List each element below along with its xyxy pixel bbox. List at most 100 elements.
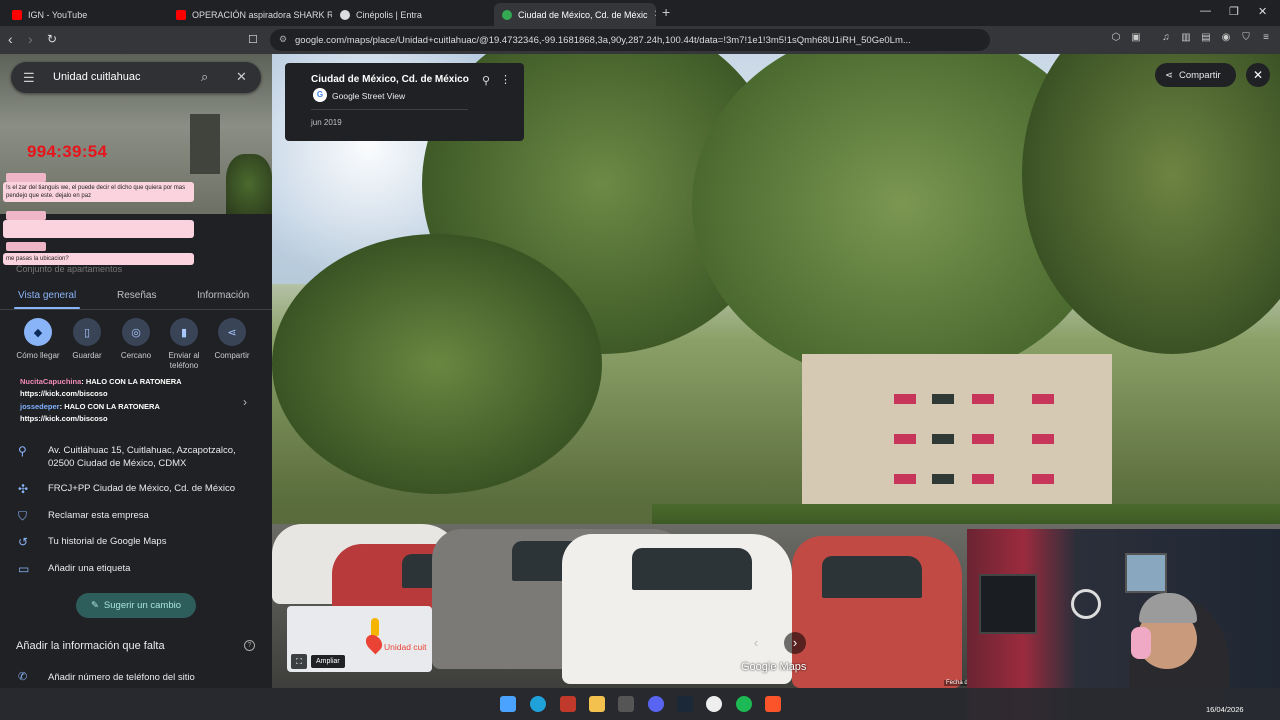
- search-icon[interactable]: ⌕: [201, 69, 208, 85]
- verified-shield-icon: ⛉: [18, 509, 28, 523]
- history-icon: ↺: [18, 535, 29, 549]
- address-text: Av. Cuitláhuac 15, Cuitlahuac, Azcapotza…: [48, 445, 236, 469]
- browser-tab-maps[interactable]: Ciudad de México, Cd. de Méxic ✕: [494, 3, 656, 26]
- place-category: Conjunto de apartamentos: [16, 264, 123, 274]
- chevron-left-icon[interactable]: ‹: [745, 632, 767, 654]
- tab-title: Cinépolis | Entra: [356, 9, 422, 20]
- share-label: Compartir: [1178, 69, 1221, 81]
- forward-icon[interactable]: ›: [28, 31, 33, 47]
- tab-title: Ciudad de México, Cd. de Méxic: [518, 9, 648, 20]
- site-info-icon[interactable]: ⚙: [279, 34, 287, 45]
- chevron-right-icon[interactable]: ›: [784, 632, 806, 654]
- monitor: [979, 574, 1037, 634]
- folder-icon[interactable]: [589, 696, 605, 712]
- help-icon[interactable]: ?: [244, 640, 255, 651]
- minimap-label: Unidad cuit: [384, 642, 427, 652]
- label-text: Añadir una etiqueta: [48, 563, 131, 574]
- browser-tab-shark[interactable]: OPERACIÓN aspiradora SHARK Resc: [168, 3, 332, 26]
- stream-timer: 994:39:54: [27, 142, 108, 161]
- directions-button[interactable]: ◆ Cómo llegar: [12, 318, 64, 361]
- spotify-icon[interactable]: [736, 696, 752, 712]
- steam-icon[interactable]: [677, 696, 693, 712]
- action-label: Cercano: [120, 351, 152, 360]
- info-row-label[interactable]: ▭ Añadir una etiqueta: [0, 562, 272, 578]
- expand-icon[interactable]: ⛶: [291, 654, 307, 669]
- send-to-phone-button[interactable]: ▮ Enviar al teléfono: [158, 318, 210, 371]
- address-bar[interactable]: ⚙ google.com/maps/place/Unidad+cuitlahua…: [270, 29, 990, 51]
- sidebar-icon[interactable]: ▥: [1180, 32, 1192, 44]
- more-options-icon[interactable]: ⋮: [500, 73, 511, 86]
- app-icon[interactable]: [618, 696, 634, 712]
- action-label: Cómo llegar: [16, 351, 60, 360]
- stream-scene-plant: [226, 154, 272, 214]
- obs-icon[interactable]: [706, 696, 722, 712]
- info-row-plus-code[interactable]: ✣ FRCJ+PP Ciudad de México, Cd. de Méxic…: [0, 482, 272, 498]
- info-row-address[interactable]: ⚲ Av. Cuitláhuac 15, Cuitlahuac, Azcapot…: [0, 444, 272, 474]
- edge-icon[interactable]: [530, 696, 546, 712]
- suggest-edit-button[interactable]: ✎ Sugerir un cambio: [76, 593, 196, 618]
- location-pin-icon[interactable]: ⚲: [482, 74, 490, 87]
- claim-text: Reclamar esta empresa: [48, 510, 149, 521]
- tab-resenas[interactable]: Reseñas: [117, 290, 156, 301]
- url-text: google.com/maps/place/Unidad+cuitlahuac/…: [295, 34, 911, 46]
- menu-icon[interactable]: ≡: [1260, 32, 1272, 44]
- bookmark-icon: ▯: [73, 318, 101, 346]
- save-button[interactable]: ▯ Guardar: [61, 318, 113, 361]
- close-window-icon[interactable]: ✕: [1258, 5, 1267, 18]
- stream-scene-door: [190, 114, 220, 174]
- chat-line: NucitaCapuchina: HALO CON LA RATONERA ht…: [20, 376, 230, 400]
- extension-icon[interactable]: ⬡: [1110, 32, 1122, 44]
- share-place-button[interactable]: ⋖ Compartir: [206, 318, 258, 361]
- share-icon: ⋖: [218, 318, 246, 346]
- extension-icon[interactable]: ▣: [1130, 32, 1142, 44]
- info-row-claim[interactable]: ⛉ Reclamar esta empresa: [0, 509, 272, 525]
- browser-tab-cinepolis[interactable]: Cinépolis | Entra: [332, 3, 494, 26]
- chat-message: !s el zar del tianguis we, el puede deci…: [3, 182, 194, 202]
- browser-tab-bar: IGN - YouTube OPERACIÓN aspiradora SHARK…: [0, 0, 1280, 26]
- search-input[interactable]: Unidad cuitlahuac: [53, 71, 140, 83]
- back-icon[interactable]: ‹: [8, 31, 13, 47]
- minimap[interactable]: Unidad cuit ⛶ Ampliar: [287, 606, 432, 672]
- brave-icon[interactable]: [765, 696, 781, 712]
- wallet-icon[interactable]: ▤: [1200, 32, 1212, 44]
- browser-tab-youtube[interactable]: IGN - YouTube: [4, 3, 168, 26]
- close-tab-icon[interactable]: ✕: [654, 9, 656, 20]
- capture-date[interactable]: jun 2019: [311, 118, 342, 127]
- minimize-icon[interactable]: —: [1200, 5, 1211, 17]
- new-tab-button[interactable]: +: [662, 4, 670, 20]
- reload-icon[interactable]: ↻: [47, 32, 57, 46]
- vpn-icon[interactable]: ◉: [1220, 32, 1232, 44]
- plus-code-text: FRCJ+PP Ciudad de México, Cd. de México: [48, 483, 236, 494]
- youtube-icon: [12, 9, 22, 20]
- tab-vista-general[interactable]: Vista general: [18, 290, 76, 301]
- app-icon[interactable]: [560, 696, 576, 712]
- discord-icon[interactable]: [648, 696, 664, 712]
- info-row-history[interactable]: ↺ Tu historial de Google Maps: [0, 535, 272, 551]
- hamburger-menu-icon[interactable]: ☰: [23, 70, 35, 86]
- expand-label[interactable]: Ampliar: [311, 655, 345, 668]
- directions-icon: ◆: [24, 318, 52, 346]
- chevron-right-icon[interactable]: ›: [243, 395, 247, 409]
- shield-icon[interactable]: ⛉: [1240, 32, 1252, 44]
- tab-informacion[interactable]: Información: [197, 290, 249, 301]
- windows-taskbar: 16/04/2026: [0, 688, 1280, 720]
- start-icon[interactable]: [500, 696, 516, 712]
- media-icon[interactable]: ♫: [1160, 32, 1172, 44]
- phone-icon: ✆: [18, 671, 28, 683]
- restore-icon[interactable]: ❐: [1229, 5, 1239, 18]
- share-button[interactable]: ⋖ Compartir: [1155, 63, 1236, 87]
- nearby-button[interactable]: ◎ Cercano: [110, 318, 162, 361]
- chat-badge: [6, 242, 46, 251]
- chat-nick: NucitaCapuchina: [20, 377, 82, 386]
- place-sidebar: ☰ Unidad cuitlahuac ⌕ ✕ 994:39:54 !s el …: [0, 54, 272, 688]
- date-hint: Fecha d: [944, 680, 970, 686]
- bookmark-page-icon[interactable]: ☐: [248, 33, 258, 46]
- pegman-icon: [371, 618, 379, 636]
- close-street-view-button[interactable]: ✕: [1246, 63, 1270, 87]
- search-box[interactable]: ☰ Unidad cuitlahuac ⌕ ✕: [11, 62, 261, 93]
- clear-search-icon[interactable]: ✕: [236, 69, 247, 85]
- action-label: Guardar: [72, 351, 102, 360]
- action-label: Compartir: [214, 351, 250, 360]
- suggest-label: Sugerir un cambio: [103, 600, 182, 611]
- add-phone-link[interactable]: Añadir número de teléfono del sitio: [48, 672, 195, 683]
